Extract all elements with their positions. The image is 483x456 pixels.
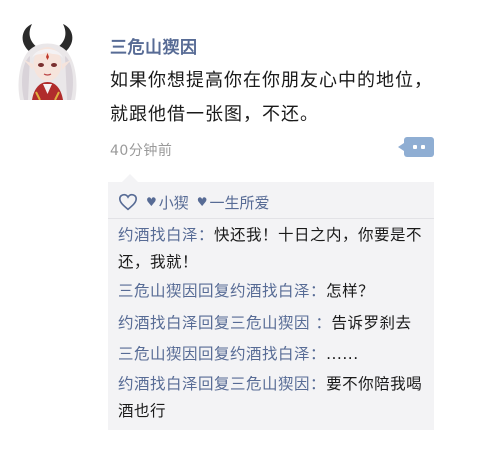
liker[interactable]: ♥ 一生所爱 — [197, 192, 270, 213]
comment-text: ...... — [326, 345, 359, 363]
heart-icon: ♥ — [196, 195, 208, 209]
comment-reply-word: 回复 — [198, 282, 231, 300]
dot-icon — [421, 145, 425, 149]
comment-author[interactable]: 约酒找白泽 — [118, 375, 198, 393]
comment-text: 怎样？ — [326, 282, 375, 300]
post-time: 40分钟前 — [110, 143, 173, 159]
comment-reply-to[interactable]: 三危山猰因 — [230, 314, 310, 332]
comment-reply-word: 回复 — [198, 314, 231, 332]
comment-item[interactable]: 三危山猰因回复约酒找白泽：怎样？ — [118, 278, 432, 305]
comment-item[interactable]: 约酒找白泽回复三危山猰因：要不你陪我喝酒也行 — [118, 371, 432, 425]
comment-author[interactable]: 三危山猰因 — [118, 282, 198, 300]
heart-icon: ♥ — [146, 195, 157, 209]
comment-separator: ： — [310, 314, 332, 332]
liker[interactable]: ♥ 小猰 — [146, 192, 189, 213]
comment-reply-to[interactable]: 约酒找白泽 — [230, 345, 310, 363]
comment-separator: ： — [198, 226, 215, 244]
comment-reply-to[interactable]: 约酒找白泽 — [230, 282, 310, 300]
post-content-line: 如果你想提高你在你朋友心中的地位， — [110, 70, 433, 91]
comment-author[interactable]: 三危山猰因 — [118, 345, 198, 363]
avatar[interactable] — [10, 22, 85, 100]
comment-item[interactable]: 三危山猰因回复约酒找白泽：...... — [118, 341, 432, 368]
liker-name: 一生所爱 — [209, 193, 270, 212]
post-author-name[interactable]: 三危山猰因 — [110, 33, 198, 58]
comment-separator: ： — [310, 282, 327, 300]
more-actions-button[interactable] — [398, 137, 434, 157]
post-content-line: 就跟他借一张图，不还。 — [110, 104, 319, 125]
liker-name: 小猰 — [158, 193, 189, 212]
avatar-image — [18, 24, 77, 100]
comment-reply-word: 回复 — [198, 345, 231, 363]
comment-author[interactable]: 约酒找白泽 — [118, 314, 198, 332]
heart-outline-icon — [118, 193, 138, 211]
comment-item[interactable]: 约酒找白泽：快还我！十日之内，你要是不还，我就！ — [118, 222, 432, 276]
comment-author[interactable]: 约酒找白泽 — [118, 226, 198, 244]
likes-row: ♥ 小猰 ♥ 一生所爱 — [118, 190, 278, 214]
comment-item[interactable]: 约酒找白泽回复三危山猰因 ：告诉罗刹去 — [118, 310, 432, 337]
comment-text: 告诉罗刹去 — [331, 314, 412, 332]
divider — [108, 218, 434, 219]
comment-separator: ： — [310, 375, 327, 393]
comment-separator: ： — [310, 345, 327, 363]
comment-reply-word: 回复 — [198, 375, 231, 393]
dot-icon — [413, 145, 417, 149]
comments-box: ♥ 小猰 ♥ 一生所爱 约酒找白泽：快还我！十日之内，你要是不还，我就！ 三危山… — [108, 174, 434, 430]
comment-reply-to[interactable]: 三危山猰因 — [230, 375, 310, 393]
post-content: 如果你想提高你在你朋友心中的地位， 就跟他借一张图，不还。 — [110, 64, 450, 132]
moments-post: 三危山猰因 如果你想提高你在你朋友心中的地位， 就跟他借一张图，不还。 40分钟… — [0, 0, 483, 456]
